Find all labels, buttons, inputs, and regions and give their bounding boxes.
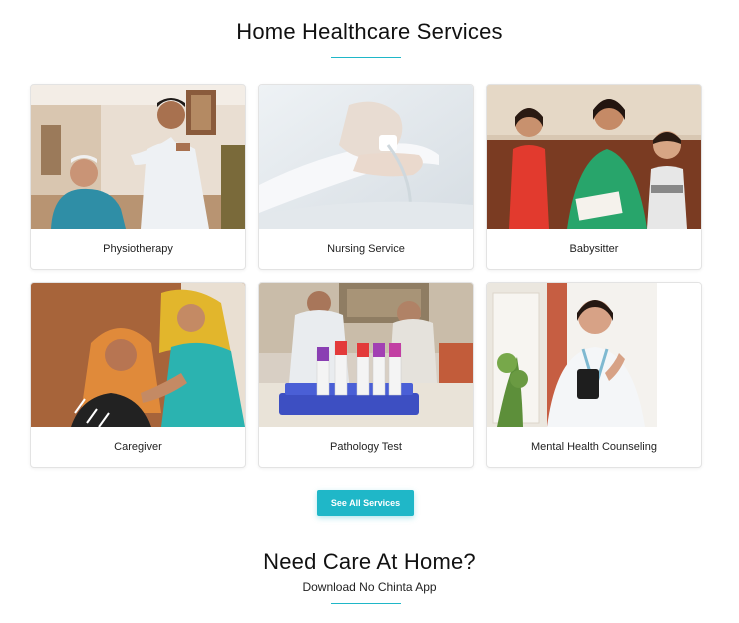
service-label: Babysitter	[569, 243, 619, 255]
service-card-babysitter[interactable]: Babysitter	[486, 84, 702, 270]
see-all-services-button[interactable]: See All Services	[317, 490, 414, 516]
service-card-pathology-test[interactable]: Pathology Test	[258, 282, 474, 468]
service-label: Pathology Test	[330, 441, 402, 453]
service-card-nursing-service[interactable]: Nursing Service	[258, 84, 474, 270]
service-label: Mental Health Counseling	[531, 441, 657, 453]
service-label: Caregiver	[114, 441, 162, 453]
service-label: Physiotherapy	[103, 243, 173, 255]
pathology-test-photo	[259, 283, 473, 427]
section-title: Home Healthcare Services	[236, 19, 503, 44]
nursing-service-photo	[259, 85, 473, 229]
service-label: Nursing Service	[327, 243, 405, 255]
caregiver-photo	[31, 283, 245, 427]
service-card-caregiver[interactable]: Caregiver	[30, 282, 246, 468]
service-card-mental-health-counseling[interactable]: Mental Health Counseling	[486, 282, 702, 468]
service-card-physiotherapy[interactable]: Physiotherapy	[30, 84, 246, 270]
babysitter-photo	[487, 85, 701, 229]
cta-underline	[331, 603, 401, 604]
mental-health-photo	[487, 283, 701, 427]
title-underline	[331, 57, 401, 58]
physiotherapy-photo	[31, 85, 245, 229]
cta-title: Need Care At Home?	[263, 549, 476, 574]
cta-subtitle: Download No Chinta App	[302, 580, 437, 594]
